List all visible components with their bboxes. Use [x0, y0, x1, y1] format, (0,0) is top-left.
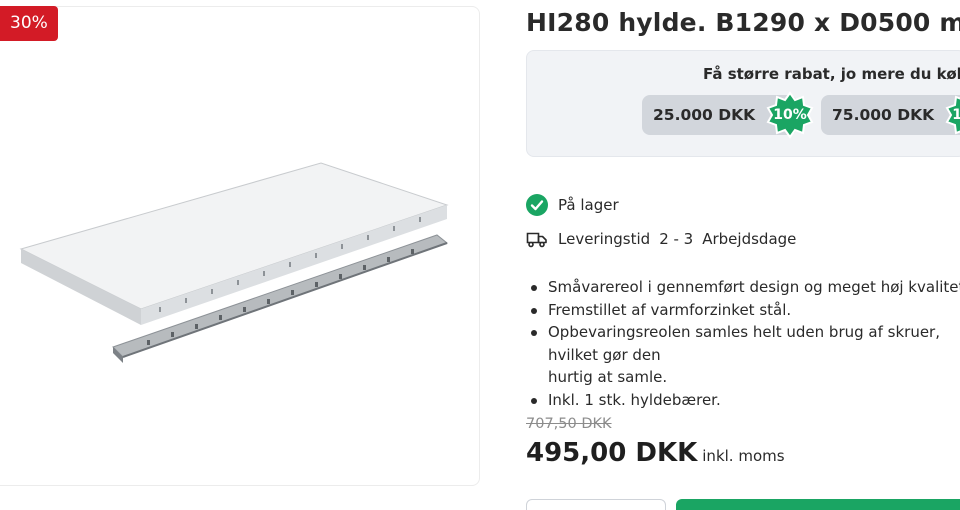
vat-note: inkl. moms — [702, 447, 785, 465]
quantity-input[interactable] — [526, 499, 666, 510]
discount-percent-badge: 10% — [766, 91, 814, 139]
stock-text: På lager — [558, 196, 619, 214]
discount-tier-1[interactable]: 25.000 DKK 10% — [642, 91, 814, 139]
feature-item: Fremstillet af varmforzinket stål. — [531, 299, 960, 322]
feature-item: Opbevaringsreolen samles helt uden brug … — [531, 321, 960, 366]
product-title: HI280 hylde. B1290 x D0500 mm — [526, 8, 960, 37]
feature-list: Småvarereol i gennemført design og meget… — [531, 276, 960, 412]
check-circle-icon — [526, 194, 548, 216]
truck-icon — [526, 232, 547, 248]
delivery-range: 2 - 3 — [659, 230, 694, 248]
feature-item: Inkl. 1 stk. hyldebærer. — [531, 389, 960, 412]
price-row: 495,00 DKK inkl. moms — [526, 438, 785, 468]
discount-badge: 30% — [0, 6, 58, 41]
delivery-time: Leveringstid 2 - 3 Arbejdsdage — [526, 226, 796, 252]
volume-discount-title: Få større rabat, jo mere du køber — [703, 65, 960, 83]
delivery-label: Leveringstid — [558, 230, 651, 248]
current-price: 495,00 DKK — [526, 438, 698, 468]
old-price: 707,50 DKK — [526, 416, 612, 432]
discount-tier-amount: 25.000 DKK — [653, 106, 756, 124]
stock-status: På lager — [526, 192, 619, 218]
feature-item: Småvarereol i gennemført design og meget… — [531, 276, 960, 299]
product-image[interactable] — [1, 157, 461, 367]
discount-tier-2[interactable]: 75.000 DKK 15% — [821, 95, 960, 135]
product-image-panel — [0, 6, 480, 486]
discount-percent-badge: 15% — [945, 91, 960, 139]
volume-discount-box: Få større rabat, jo mere du køber 25.000… — [526, 50, 960, 157]
discount-tier-amount: 75.000 DKK — [832, 106, 935, 124]
add-to-cart-button[interactable] — [676, 499, 960, 510]
delivery-unit: Arbejdsdage — [702, 230, 797, 248]
feature-item-continuation: hurtig at samle. — [548, 368, 668, 386]
